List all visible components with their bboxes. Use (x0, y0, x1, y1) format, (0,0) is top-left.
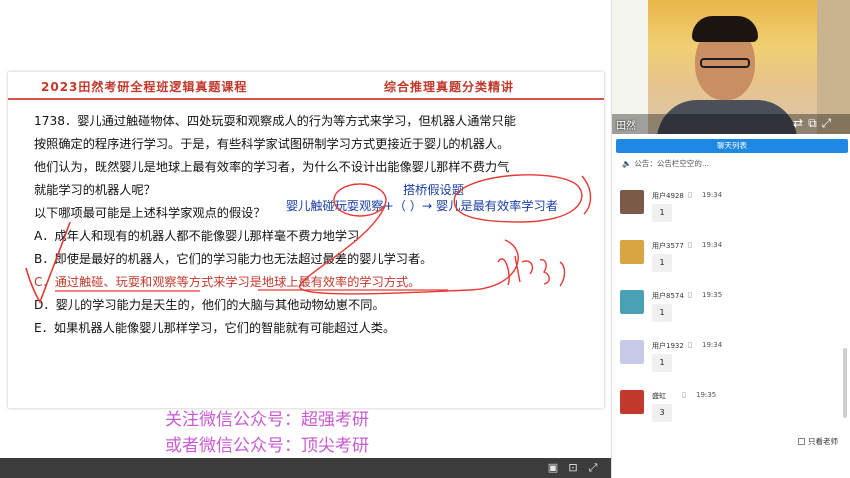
chat-message: 盛虹 ▯ 19:35 3 (620, 390, 840, 436)
app-root: 2023田然考研全程班逻辑真题课程 综合推理真题分类精讲 1738．婴儿通过触碰… (0, 0, 850, 478)
option-b: B．即使是最好的机器人，它们的学习能力也无法超过最差的婴儿学习者。 (34, 252, 433, 266)
timestamp: 19:34 (702, 341, 723, 349)
screenshot-icon[interactable]: ▣ (546, 461, 560, 475)
message-text: 1 (652, 204, 672, 222)
timestamp: 19:35 (702, 291, 723, 299)
checkbox[interactable] (798, 438, 805, 445)
side-panel: 田然 ⇄⧉⤢ 聊天列表 🔈 公告：公告栏空空的... 用户4928 ▯ 19:34… (611, 0, 850, 478)
watermark-line1: 关注微信公众号：超强考研 (165, 410, 369, 430)
tab-chat-list[interactable]: 聊天列表 (616, 139, 848, 153)
avatar (620, 240, 644, 264)
annotation-chain: 婴儿触碰玩耍观察+（ ）→ 婴儿是最有效率学习者 (286, 199, 558, 213)
lecture-area: 2023田然考研全程班逻辑真题课程 综合推理真题分类精讲 1738．婴儿通过触碰… (0, 0, 611, 478)
question-line: 1738．婴儿通过触碰物体、四处玩耍和观察成人的行为等方式来学习，但机器人通常只… (34, 114, 516, 128)
watermark-line2: 或者微信公众号：顶尖考研 (165, 436, 369, 456)
option-c: C．通过触碰、玩耍和观察等方式来学习是地球上最有效率的学习方式。 (34, 275, 421, 289)
speaker-icon: 🔈 (622, 159, 632, 168)
phone-icon: ▯ (688, 190, 693, 199)
swap-icon[interactable]: ⇄ (793, 116, 808, 130)
username: 盛虹 (652, 392, 666, 400)
avatar (620, 340, 644, 364)
username: 用户1932 (652, 342, 684, 350)
phone-icon: ▯ (688, 340, 693, 349)
teacher-hair (692, 16, 758, 42)
expand-icon[interactable]: ⤢ (822, 116, 837, 130)
announcement-text: 公告：公告栏空空的... (634, 159, 709, 168)
section-title: 综合推理真题分类精讲 (384, 80, 515, 94)
slide: 2023田然考研全程班逻辑真题课程 综合推理真题分类精讲 1738．婴儿通过触碰… (8, 72, 604, 408)
option-e: E．如果机器人能像婴儿那样学习，它们的智能就有可能超过人类。 (34, 321, 396, 335)
timestamp: 19:35 (696, 391, 717, 399)
fullscreen-icon[interactable]: ⤢ (586, 461, 600, 475)
video-controls: ⇄⧉⤢ (793, 116, 836, 131)
message-text: 3 (652, 404, 672, 422)
chat-message: 用户3577 ▯ 19:34 1 (620, 240, 840, 286)
timestamp: 19:34 (702, 241, 723, 249)
question-body: 1738．婴儿通过触碰物体、四处玩耍和观察成人的行为等方式来学习，但机器人通常只… (34, 110, 594, 340)
username: 用户4928 (652, 192, 684, 200)
only-teacher-toggle[interactable]: 只看老师 (798, 436, 838, 447)
timestamp: 19:34 (702, 191, 723, 199)
fit-screen-icon[interactable]: ⊡ (566, 461, 580, 475)
only-teacher-label: 只看老师 (808, 437, 838, 446)
avatar (620, 290, 644, 314)
player-bottom-bar: ▣ ⊡ ⤢ (0, 458, 611, 478)
message-text: 1 (652, 254, 672, 272)
avatar (620, 190, 644, 214)
announcement: 🔈 公告：公告栏空空的... (622, 158, 709, 169)
message-text: 1 (652, 304, 672, 322)
chat-message: 用户4928 ▯ 19:34 1 (620, 190, 840, 236)
course-title: 2023田然考研全程班逻辑真题课程 (41, 80, 248, 94)
chat-message: 用户1932 ▯ 19:34 1 (620, 340, 840, 386)
watermark: 关注微信公众号：超强考研 或者微信公众号：顶尖考研 (165, 407, 369, 459)
question-line: 按照确定的程序进行学习。于是，有些科学家试图研制学习方式更接近于婴儿的机器人。 (34, 137, 510, 151)
option-a: A．成年人和现有的机器人都不能像婴儿那样毫不费力地学习 (34, 229, 360, 243)
teacher-video[interactable]: 田然 ⇄⧉⤢ (612, 0, 850, 134)
teacher-name: 田然 (616, 121, 636, 132)
question-line: 他们认为，既然婴儿是地球上最有效率的学习者，为什么不设计出能像婴儿那样不费力气 (34, 160, 510, 174)
phone-icon: ▯ (682, 390, 687, 399)
phone-icon: ▯ (688, 290, 693, 299)
option-d: D．婴儿的学习能力是天生的，他们的大脑与其他动物幼崽不同。 (34, 298, 385, 312)
chat-scrollbar[interactable] (843, 348, 847, 418)
username: 用户8574 (652, 292, 684, 300)
message-text: 1 (652, 354, 672, 372)
avatar (620, 390, 644, 414)
chat-message: 用户8574 ▯ 19:35 1 (620, 290, 840, 336)
header-divider (8, 98, 604, 100)
popout-icon[interactable]: ⧉ (808, 116, 822, 130)
phone-icon: ▯ (688, 240, 693, 249)
teacher-glasses (700, 58, 750, 68)
username: 用户3577 (652, 242, 684, 250)
slide-header: 2023田然考研全程班逻辑真题课程 综合推理真题分类精讲 (8, 72, 604, 98)
